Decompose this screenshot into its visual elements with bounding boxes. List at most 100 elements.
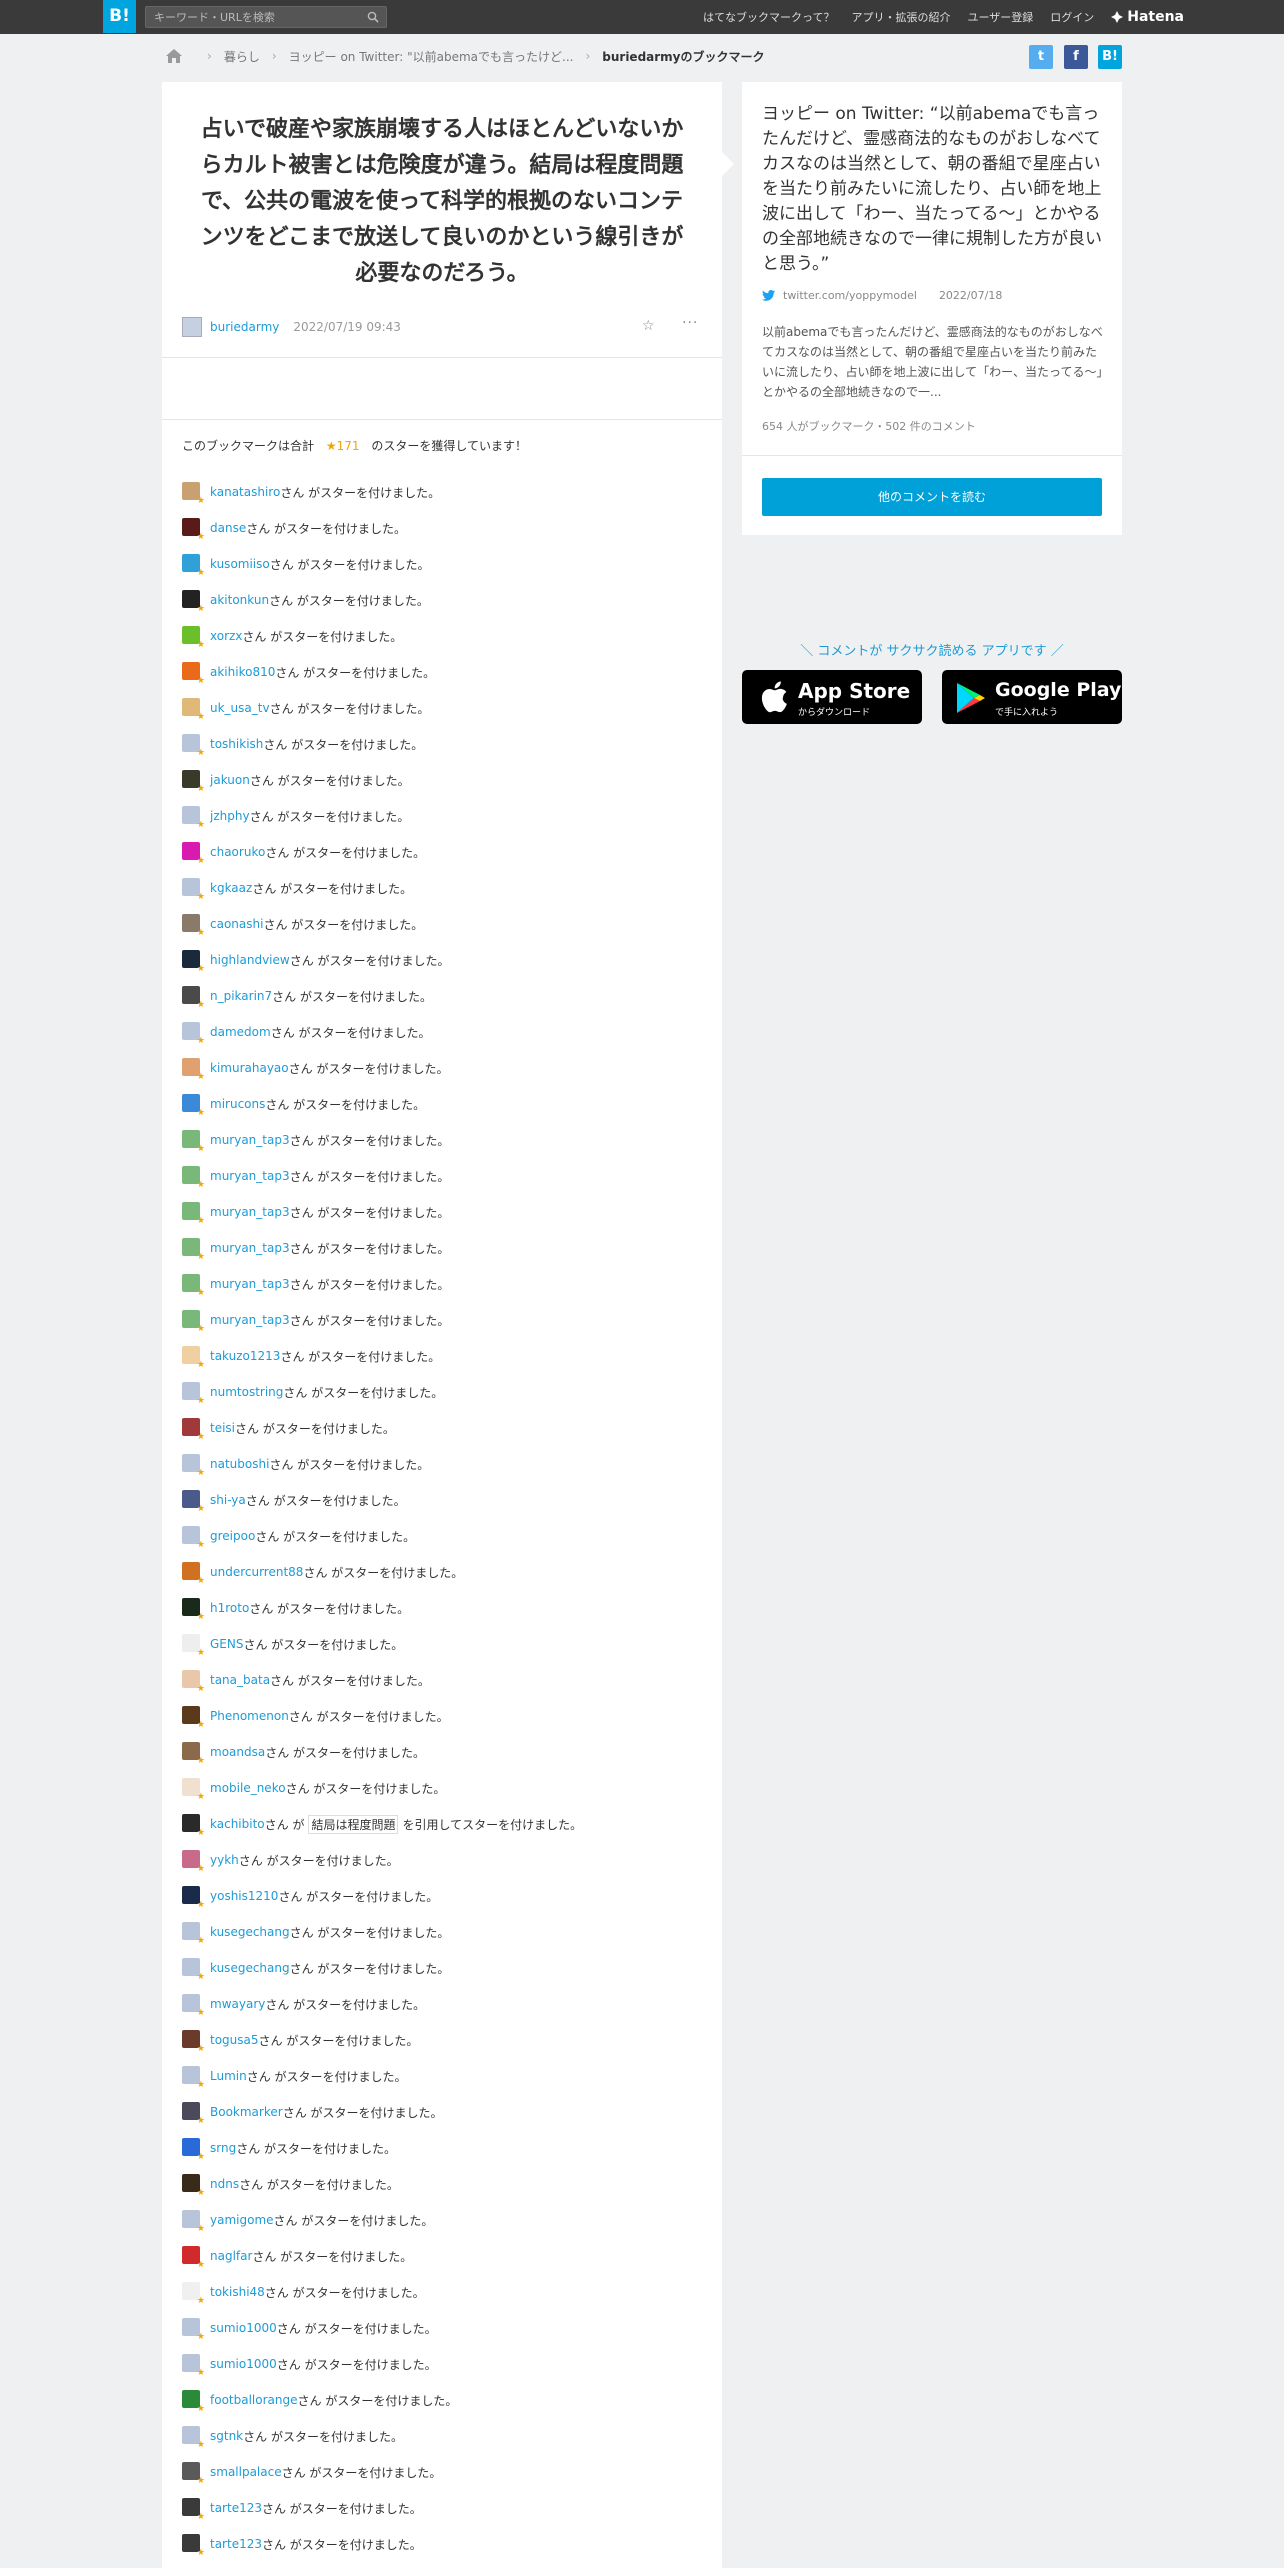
star-user-name[interactable]: srng bbox=[210, 2141, 236, 2155]
star-user-name[interactable]: h1roto bbox=[210, 1601, 249, 1615]
star-user-name[interactable]: naglfar bbox=[210, 2249, 252, 2263]
google-play-badge[interactable]: Google Play で手に入れよう bbox=[942, 670, 1122, 724]
avatar[interactable]: ★ bbox=[182, 1994, 205, 2018]
star-user-name[interactable]: tokishi48 bbox=[210, 2285, 265, 2299]
star-user-name[interactable]: tana_bata bbox=[210, 1673, 270, 1687]
star-user-name[interactable]: n_pikarin7 bbox=[210, 989, 272, 1003]
avatar[interactable]: ★ bbox=[182, 2462, 205, 2486]
avatar[interactable]: ★ bbox=[182, 1526, 205, 1550]
star-user-name[interactable]: takuzo1213 bbox=[210, 1349, 280, 1363]
star-user-name[interactable]: damedom bbox=[210, 1025, 271, 1039]
star-user-name[interactable]: numtostring bbox=[210, 1385, 283, 1399]
star-user-name[interactable]: mwayary bbox=[210, 1997, 265, 2011]
star-user-name[interactable]: sumio1000 bbox=[210, 2321, 277, 2335]
avatar[interactable]: ★ bbox=[182, 626, 205, 650]
star-user-name[interactable]: muryan_tap3 bbox=[210, 1133, 290, 1147]
star-user-name[interactable]: yykh bbox=[210, 1853, 239, 1867]
avatar[interactable]: ★ bbox=[182, 2318, 205, 2342]
bookmark-user-name[interactable]: buriedarmy bbox=[210, 320, 279, 334]
star-user-name[interactable]: sgtnk bbox=[210, 2429, 243, 2443]
avatar[interactable]: ★ bbox=[182, 986, 205, 1010]
star-user-name[interactable]: Lumin bbox=[210, 2069, 247, 2083]
avatar[interactable]: ★ bbox=[182, 734, 205, 758]
star-user-name[interactable]: natuboshi bbox=[210, 1457, 269, 1471]
avatar[interactable]: ★ bbox=[182, 2498, 205, 2522]
avatar[interactable]: ★ bbox=[182, 2066, 205, 2090]
avatar[interactable]: ★ bbox=[182, 878, 205, 902]
avatar[interactable]: ★ bbox=[182, 770, 205, 794]
star-user-name[interactable]: muryan_tap3 bbox=[210, 1313, 290, 1327]
avatar[interactable]: ★ bbox=[182, 1814, 205, 1838]
star-user-name[interactable]: akihiko810 bbox=[210, 665, 275, 679]
avatar[interactable]: ★ bbox=[182, 1778, 205, 1802]
home-icon[interactable] bbox=[165, 48, 183, 64]
read-more-comments-button[interactable]: 他のコメントを読む bbox=[762, 478, 1102, 516]
search-icon[interactable] bbox=[367, 11, 379, 23]
search-input[interactable] bbox=[154, 9, 354, 25]
star-user-name[interactable]: jakuon bbox=[210, 773, 250, 787]
avatar[interactable]: ★ bbox=[182, 1274, 205, 1298]
star-user-name[interactable]: caonashi bbox=[210, 917, 263, 931]
avatar[interactable] bbox=[182, 317, 202, 337]
nav-login[interactable]: ログイン bbox=[1050, 9, 1094, 25]
avatar[interactable]: ★ bbox=[182, 1850, 205, 1874]
star-user-name[interactable]: muryan_tap3 bbox=[210, 1277, 290, 1291]
star-user-name[interactable]: mobile_neko bbox=[210, 1781, 286, 1795]
avatar[interactable]: ★ bbox=[182, 914, 205, 938]
avatar[interactable]: ★ bbox=[182, 1382, 205, 1406]
avatar[interactable]: ★ bbox=[182, 554, 205, 578]
star-user-name[interactable]: kgkaaz bbox=[210, 881, 252, 895]
star-user-name[interactable]: yamigome bbox=[210, 2213, 274, 2227]
avatar[interactable]: ★ bbox=[182, 1670, 205, 1694]
star-user-name[interactable]: tarte123 bbox=[210, 2537, 262, 2551]
app-store-badge[interactable]: App Store からダウンロード bbox=[742, 670, 922, 724]
avatar[interactable]: ★ bbox=[182, 1958, 205, 1982]
star-user-name[interactable]: GENS bbox=[210, 1637, 243, 1651]
entry-title[interactable]: ヨッピー on Twitter: “以前abemaでも言ったんだけど、霊感商法的… bbox=[762, 102, 1106, 277]
entry-stats[interactable]: 654 人がブックマーク・502 件のコメント bbox=[762, 418, 976, 434]
nav-apps[interactable]: アプリ・拡張の紹介 bbox=[851, 9, 950, 25]
avatar[interactable]: ★ bbox=[182, 950, 205, 974]
star-user-name[interactable]: teisi bbox=[210, 1421, 235, 1435]
star-user-name[interactable]: muryan_tap3 bbox=[210, 1205, 290, 1219]
bookmark-date[interactable]: 2022/07/19 09:43 bbox=[293, 320, 401, 334]
star-user-name[interactable]: kimurahayao bbox=[210, 1061, 289, 1075]
avatar[interactable]: ★ bbox=[182, 1454, 205, 1478]
star-user-name[interactable]: undercurrent88 bbox=[210, 1565, 303, 1579]
entry-source[interactable]: twitter.com/yoppymodel bbox=[783, 289, 917, 302]
add-star-icon[interactable]: ☆ bbox=[642, 318, 655, 334]
avatar[interactable]: ★ bbox=[182, 2282, 205, 2306]
avatar[interactable]: ★ bbox=[182, 842, 205, 866]
star-user-name[interactable]: yoshis1210 bbox=[210, 1889, 278, 1903]
avatar[interactable]: ★ bbox=[182, 2390, 205, 2414]
avatar[interactable]: ★ bbox=[182, 1238, 205, 1262]
avatar[interactable]: ★ bbox=[182, 1094, 205, 1118]
avatar[interactable]: ★ bbox=[182, 1706, 205, 1730]
more-menu-icon[interactable]: ··· bbox=[682, 315, 698, 331]
avatar[interactable]: ★ bbox=[182, 2102, 205, 2126]
avatar[interactable]: ★ bbox=[182, 1598, 205, 1622]
star-user-name[interactable]: xorzx bbox=[210, 629, 242, 643]
star-user-name[interactable]: sumio1000 bbox=[210, 2357, 277, 2371]
star-user-name[interactable]: kusomiiso bbox=[210, 557, 270, 571]
star-user-name[interactable]: muryan_tap3 bbox=[210, 1169, 290, 1183]
avatar[interactable]: ★ bbox=[182, 806, 205, 830]
facebook-share-button[interactable]: f bbox=[1064, 45, 1088, 69]
avatar[interactable]: ★ bbox=[182, 1562, 205, 1586]
star-user-name[interactable]: highlandview bbox=[210, 953, 290, 967]
star-user-name[interactable]: danse bbox=[210, 521, 246, 535]
avatar[interactable]: ★ bbox=[182, 518, 205, 542]
avatar[interactable]: ★ bbox=[182, 1742, 205, 1766]
avatar[interactable]: ★ bbox=[182, 2030, 205, 2054]
nav-register[interactable]: ユーザー登録 bbox=[967, 9, 1033, 25]
twitter-share-button[interactable]: t bbox=[1029, 45, 1053, 69]
search-box[interactable] bbox=[145, 6, 387, 28]
star-user-name[interactable]: greipoo bbox=[210, 1529, 255, 1543]
avatar[interactable]: ★ bbox=[182, 2354, 205, 2378]
star-user-name[interactable]: muryan_tap3 bbox=[210, 1241, 290, 1255]
avatar[interactable]: ★ bbox=[182, 1490, 205, 1514]
avatar[interactable]: ★ bbox=[182, 662, 205, 686]
breadcrumb-entry[interactable]: ヨッピー on Twitter: "以前abemaでも言ったけど... bbox=[289, 48, 574, 65]
hatena-brand-link[interactable]: Hatena bbox=[1111, 9, 1184, 25]
avatar[interactable]: ★ bbox=[182, 2534, 205, 2558]
